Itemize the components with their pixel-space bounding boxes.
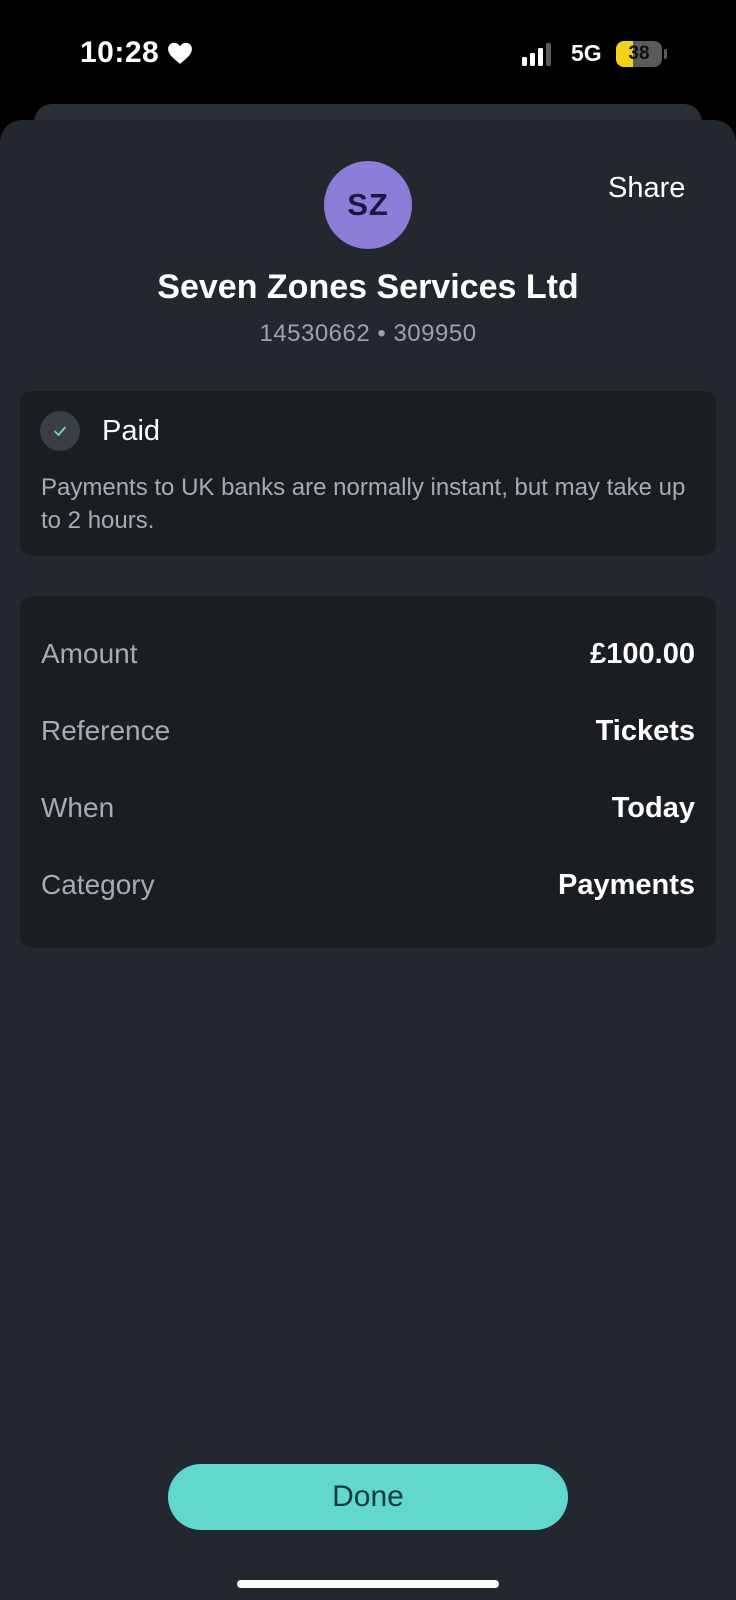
signal-strength-icon: [522, 42, 551, 66]
battery-tip: [664, 49, 667, 59]
status-description: Payments to UK banks are normally instan…: [41, 474, 686, 534]
detail-value: Today: [611, 791, 695, 824]
detail-value: £100.00: [590, 637, 695, 670]
account-details: 14530662 • 309950: [259, 320, 477, 347]
payment-status-card: Paid Payments to UK banks are normally i…: [20, 391, 716, 556]
merchant-name: Seven Zones Services Ltd: [157, 268, 579, 306]
status-title: Paid: [102, 415, 161, 447]
network-type: 5G: [571, 40, 602, 66]
status-time-group: 10:28: [80, 36, 193, 70]
share-button[interactable]: Share: [608, 172, 685, 205]
detail-row-reference: Reference Tickets: [41, 711, 695, 751]
detail-row-category[interactable]: Category Payments: [41, 865, 695, 905]
done-button[interactable]: Done: [168, 1464, 568, 1530]
detail-value: Tickets: [595, 714, 695, 747]
check-icon: [40, 411, 80, 451]
home-indicator[interactable]: [237, 1580, 499, 1588]
detail-label: Category: [41, 869, 155, 900]
detail-label: Amount: [41, 638, 138, 669]
detail-value: Payments: [557, 868, 695, 901]
check-mark: [54, 426, 66, 436]
detail-row-amount: Amount £100.00: [41, 634, 695, 674]
status-bar: 10:28 5G 38: [0, 0, 736, 110]
detail-row-when: When Today: [41, 788, 695, 828]
status-time: 10:28: [80, 36, 160, 69]
battery-icon: 38: [616, 41, 662, 67]
battery-level: 38: [628, 43, 650, 64]
heart-icon: [168, 42, 193, 64]
detail-label: When: [41, 792, 115, 823]
transaction-details-card: Amount £100.00 Reference Tickets When To…: [20, 596, 716, 948]
detail-label: Reference: [41, 715, 171, 746]
merchant-avatar: SZ: [324, 161, 412, 249]
